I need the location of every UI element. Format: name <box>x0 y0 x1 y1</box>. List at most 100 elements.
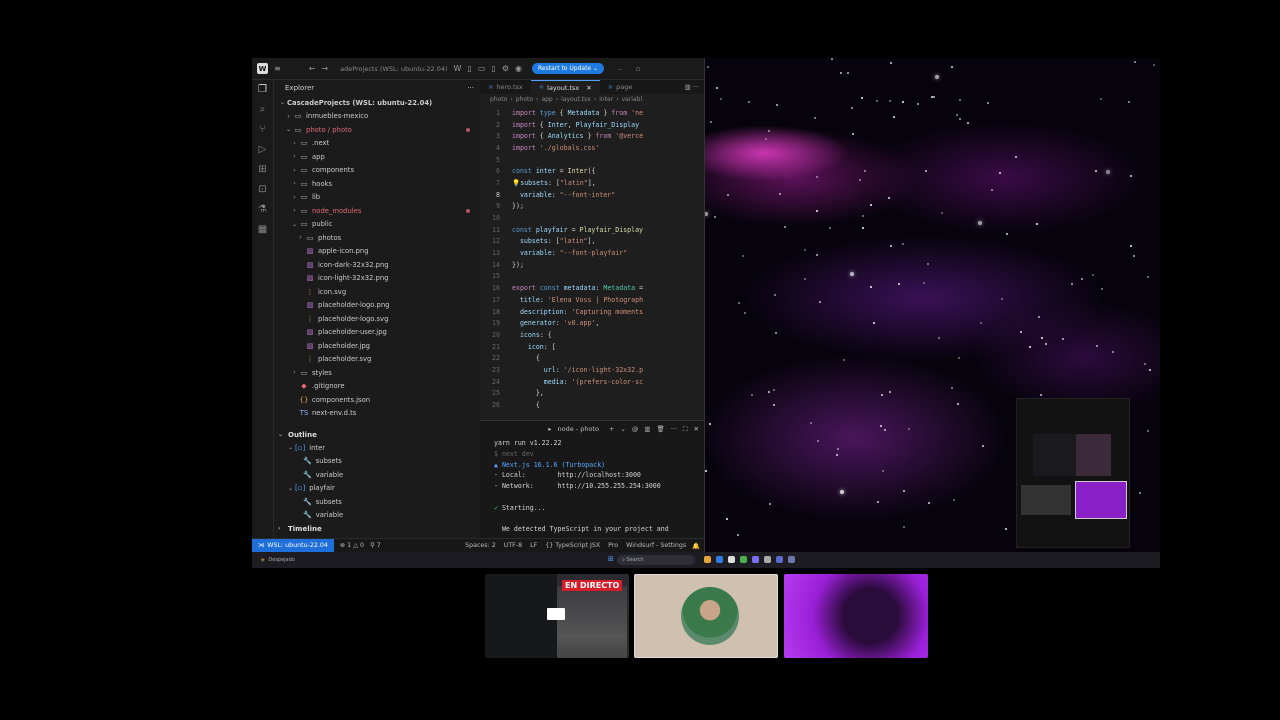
windsurf-logo-icon[interactable]: W <box>257 63 268 74</box>
outline-item[interactable]: ⌄ [▫] playfair <box>274 482 480 496</box>
editor-tab[interactable]: ⚛ layout.tsx ✕ <box>530 80 600 94</box>
obs-app-icon[interactable] <box>776 556 783 563</box>
edge-app-icon[interactable] <box>716 556 723 563</box>
testing-icon[interactable]: ⚗ <box>255 204 271 215</box>
chrome-app-icon[interactable] <box>740 556 747 563</box>
weather-label[interactable]: Despejado <box>268 557 294 563</box>
file-item[interactable]: ▨ apple-icon.png <box>274 245 480 259</box>
remote-explorer-icon[interactable]: ⊡ <box>255 184 271 195</box>
outline-item[interactable]: ⌄ [▫] inter <box>274 441 480 455</box>
workspace-root[interactable]: ⌄ CascadeProjects (WSL: ubuntu-22.04) <box>274 96 480 110</box>
terminal-app-icon[interactable] <box>764 556 771 563</box>
close-panel-icon[interactable]: ✕ <box>694 425 699 433</box>
more-actions-icon[interactable]: ··· <box>467 84 474 92</box>
folder-item[interactable]: › ▭ .next <box>274 137 480 151</box>
code-area[interactable]: 1 import type { Metadata } from 'ne 2 impor… <box>480 105 704 411</box>
folder-item[interactable]: › ▭ styles <box>274 366 480 380</box>
windsurf-icon[interactable]: W <box>454 64 462 73</box>
remote-indicator[interactable]: ⋊ WSL: ubuntu-22.04 <box>252 538 334 552</box>
forward-arrow-icon[interactable]: → <box>321 64 328 73</box>
errors-indicator[interactable]: ⊗ 1 △ 0 <box>340 542 364 549</box>
file-item[interactable]: TS next-env.d.ts <box>274 407 480 421</box>
search-icon[interactable]: ⌕ <box>255 104 271 115</box>
file-item[interactable]: ⋮ placeholder-logo.svg <box>274 312 480 326</box>
docker-icon[interactable]: ▦ <box>255 224 271 235</box>
minimize-icon[interactable]: – <box>618 65 622 73</box>
explorer-icon[interactable]: ❐ <box>255 84 271 95</box>
outline-item[interactable]: 🔧 variable <box>274 468 480 482</box>
outline-section-header[interactable]: ⌄ Outline <box>274 428 480 441</box>
call-preview-thumbnail[interactable] <box>1016 398 1130 548</box>
extensions-icon[interactable]: ⊞ <box>255 164 271 175</box>
discord-app-icon[interactable] <box>752 556 759 563</box>
start-button-icon[interactable]: ⊞ <box>608 555 614 563</box>
breadcrumb-item[interactable]: variabl <box>622 96 643 103</box>
app-icon[interactable] <box>788 556 795 563</box>
file-item[interactable]: ▨ icon-dark-32x32.png <box>274 258 480 272</box>
ports-indicator[interactable]: ⚲ 7 <box>370 542 381 549</box>
editor-tab[interactable]: ⚛ hero.tsx <box>480 80 531 94</box>
editor-actions-icon[interactable]: ▥ ··· <box>685 83 704 91</box>
maximize-panel-icon[interactable]: ⛶ <box>683 425 688 434</box>
folder-item[interactable]: › ▭ inmuebles-mexico <box>274 110 480 124</box>
source-control-icon[interactable]: ⑂ <box>255 124 271 135</box>
plan-indicator[interactable]: Pro <box>608 542 618 549</box>
settings-gear-icon[interactable]: ⚙ <box>502 64 509 73</box>
encoding-indicator[interactable]: UTF-8 <box>504 542 522 549</box>
language-indicator[interactable]: {} TypeScript JSX <box>545 542 600 549</box>
outline-item[interactable]: 🔧 subsets <box>274 495 480 509</box>
new-terminal-icon[interactable]: + <box>609 425 614 433</box>
file-item[interactable]: {} components.json <box>274 393 480 407</box>
participant-tile-camera-1[interactable] <box>634 574 778 658</box>
toggle-panel-icon[interactable]: ▭ <box>478 64 486 73</box>
menu-icon[interactable]: ≡ <box>274 64 281 73</box>
folder-item[interactable]: › ▭ app <box>274 150 480 164</box>
breadcrumb-item[interactable]: app <box>541 96 552 103</box>
breadcrumb-item[interactable]: photo <box>516 96 533 103</box>
file-item[interactable]: ▨ placeholder-user.jpg <box>274 326 480 340</box>
file-item[interactable]: ⋮ icon.svg <box>274 285 480 299</box>
mention-icon[interactable]: @ <box>632 425 639 433</box>
trash-icon[interactable]: 🗑 <box>657 425 665 433</box>
toggle-secondary-icon[interactable]: ▯ <box>491 64 495 73</box>
notifications-bell-icon[interactable]: 🔔 <box>692 542 700 550</box>
split-terminal-icon[interactable]: ▥ <box>644 425 650 433</box>
settings-indicator[interactable]: Windsurf - Settings <box>626 542 686 549</box>
folder-item[interactable]: › ▭ components <box>274 164 480 178</box>
toggle-sidebar-icon[interactable]: ▯ <box>467 64 471 73</box>
back-arrow-icon[interactable]: ← <box>309 64 316 73</box>
timeline-section-header[interactable]: › Timeline <box>274 522 480 535</box>
account-icon[interactable]: ◉ <box>515 64 522 73</box>
terminal-title[interactable]: node - photo <box>558 425 599 433</box>
window-title[interactable]: adeProjects (WSL: ubuntu-22.04) <box>340 65 447 73</box>
breadcrumb-item[interactable]: photo <box>490 96 507 103</box>
more-actions-icon[interactable]: ··· <box>671 425 677 433</box>
outline-item[interactable]: 🔧 variable <box>274 509 480 523</box>
editor-tab[interactable]: ⚛ page <box>600 80 641 94</box>
close-tab-icon[interactable]: ✕ <box>586 84 591 92</box>
folder-item[interactable]: › ▭ node_modules <box>274 204 480 218</box>
explorer-app-icon[interactable] <box>704 556 711 563</box>
file-item[interactable]: ▨ icon-light-32x32.png <box>274 272 480 286</box>
eol-indicator[interactable]: LF <box>530 542 537 549</box>
folder-item[interactable]: ⌄ ▭ photo / photo <box>274 123 480 137</box>
folder-item[interactable]: › ▭ lib <box>274 191 480 205</box>
file-item[interactable]: ▨ placeholder.jpg <box>274 339 480 353</box>
chevron-down-icon[interactable]: ⌄ <box>620 425 625 433</box>
indentation-indicator[interactable]: Spaces: 2 <box>465 542 496 549</box>
file-item[interactable]: ◆ .gitignore <box>274 380 480 394</box>
folder-item[interactable]: › ▭ hooks <box>274 177 480 191</box>
restart-to-update-button[interactable]: Restart to Update ⌄ <box>531 63 605 74</box>
terminal-output[interactable]: yarn run v1.22.22 $ next dev ▲ Next.js 16.… <box>480 437 704 538</box>
breadcrumb-item[interactable]: layout.tsx <box>561 96 591 103</box>
folder-item[interactable]: ⌄ ▭ public <box>274 218 480 232</box>
run-debug-icon[interactable]: ▷ <box>255 144 271 155</box>
participant-tile-camera-2[interactable] <box>784 574 928 658</box>
file-item[interactable]: ⋮ placeholder.svg <box>274 353 480 367</box>
outline-item[interactable]: 🔧 subsets <box>274 455 480 469</box>
taskbar-search[interactable]: ⌕ Search <box>617 555 695 565</box>
ide-app-icon[interactable] <box>728 556 735 563</box>
maximize-icon[interactable]: ▫ <box>636 65 641 73</box>
weather-icon[interactable]: ☀ <box>260 557 265 564</box>
folder-item[interactable]: › ▭ photos <box>274 231 480 245</box>
